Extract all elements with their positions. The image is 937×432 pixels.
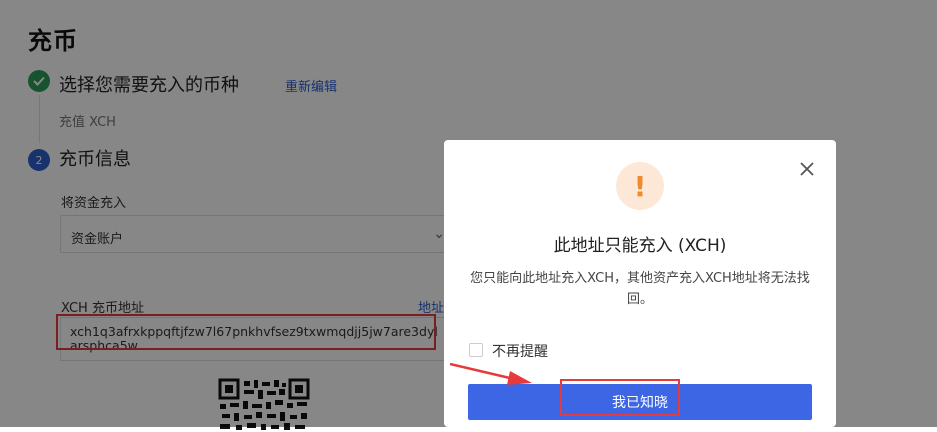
- dont-remind-label[interactable]: 不再提醒: [492, 341, 548, 361]
- warning-glyph: !: [633, 169, 647, 203]
- button-annotation-box: [560, 379, 680, 416]
- dialog-title: 此地址只能充入 (XCH): [553, 236, 727, 256]
- warning-icon: !: [616, 162, 664, 210]
- close-icon[interactable]: [798, 160, 816, 178]
- dialog-message: 您只能向此地址充入XCH，其他资产充入XCH地址将无法找回。: [470, 271, 810, 307]
- dont-remind-checkbox[interactable]: [469, 343, 483, 357]
- annotation-arrow-icon: [450, 362, 532, 385]
